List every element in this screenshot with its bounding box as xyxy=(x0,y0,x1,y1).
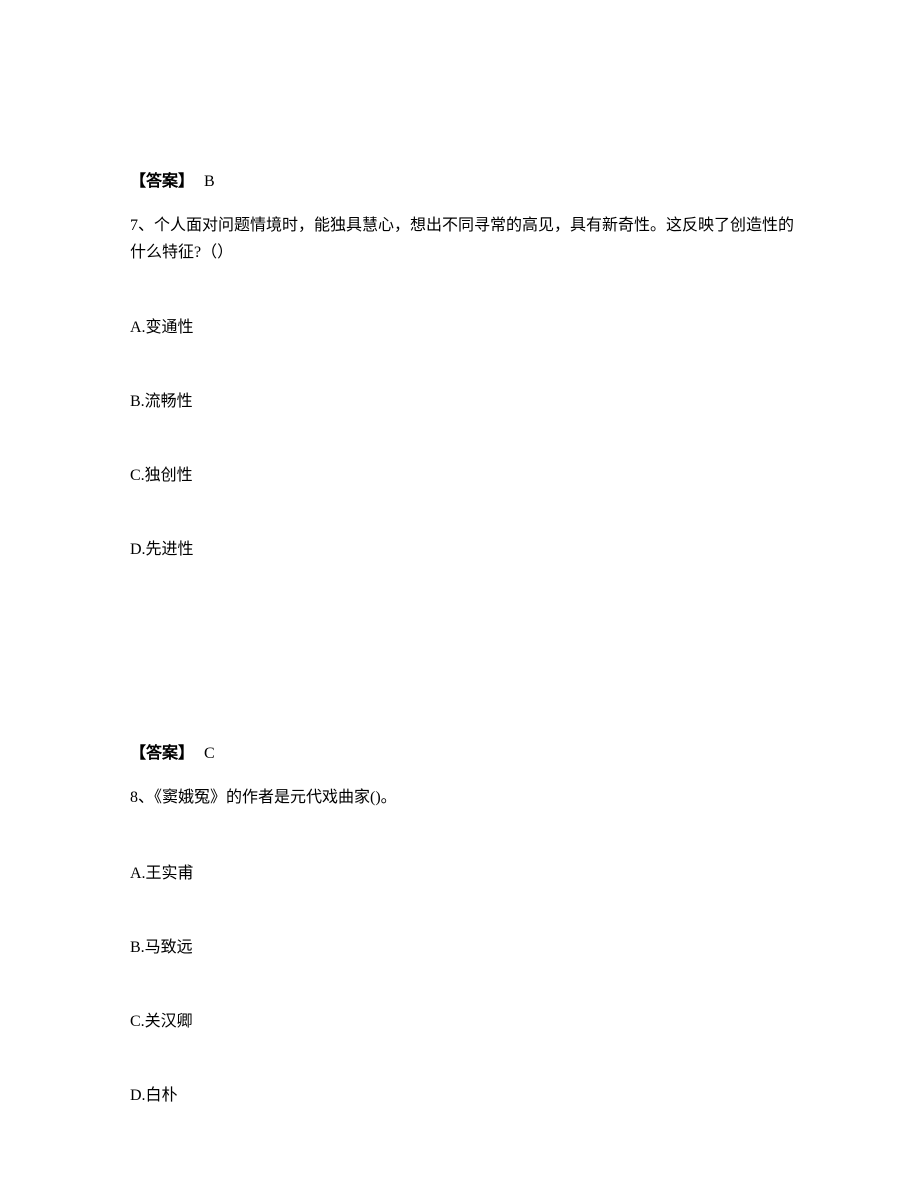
answer-block-7: 【答案】 C xyxy=(130,742,805,766)
answer-value: C xyxy=(204,745,215,762)
option-a: A.王实甫 xyxy=(130,862,805,886)
question-7: 7、个人面对问题情境时，能独具慧心，想出不同寻常的高见，具有新奇性。这反映了创造… xyxy=(130,212,805,562)
question-text: 7、个人面对问题情境时，能独具慧心，想出不同寻常的高见，具有新奇性。这反映了创造… xyxy=(130,212,805,266)
document-content: 【答案】 B 7、个人面对问题情境时，能独具慧心，想出不同寻常的高见，具有新奇性… xyxy=(0,0,920,1108)
answer-label: 【答案】 xyxy=(130,745,194,762)
option-d: D.先进性 xyxy=(130,538,805,562)
question-8: 8、《窦娥冤》的作者是元代戏曲家()。 A.王实甫 B.马致远 C.关汉卿 D.… xyxy=(130,784,805,1107)
answer-block-prev: 【答案】 B xyxy=(130,170,805,194)
option-b: B.马致远 xyxy=(130,936,805,960)
option-a: A.变通性 xyxy=(130,316,805,340)
answer-value: B xyxy=(204,173,215,190)
option-d: D.白朴 xyxy=(130,1084,805,1108)
answer-label: 【答案】 xyxy=(130,173,194,190)
question-text: 8、《窦娥冤》的作者是元代戏曲家()。 xyxy=(130,784,805,811)
option-c: C.关汉卿 xyxy=(130,1010,805,1034)
option-b: B.流畅性 xyxy=(130,390,805,414)
spacer xyxy=(130,612,805,742)
option-c: C.独创性 xyxy=(130,464,805,488)
